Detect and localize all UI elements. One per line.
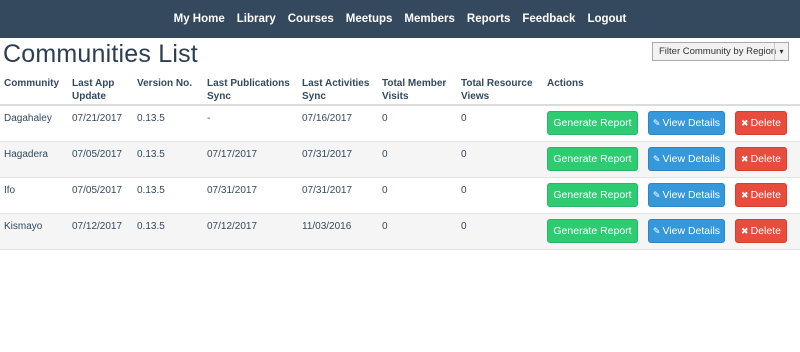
cell-version: 0.13.5 — [137, 185, 165, 196]
generate-report-label: Generate Report — [553, 153, 632, 165]
cell-last-app-update: 07/21/2017 — [72, 113, 123, 124]
communities-table: Community Last App Update Version No. La… — [0, 72, 800, 250]
close-icon: ✖ — [741, 117, 749, 128]
cell-last-app-update: 07/12/2017 — [72, 221, 123, 232]
table-row: Ifo 07/05/2017 0.13.5 07/31/2017 07/31/2017 0… — [0, 178, 800, 214]
cell-total-member-visits: 0 — [382, 185, 388, 196]
header-community: Community — [4, 78, 59, 89]
cell-last-publications-sync: - — [207, 113, 211, 124]
header-version: Version No. — [137, 78, 193, 89]
region-filter-select[interactable]: Filter Community by Region ▾ — [652, 42, 789, 61]
cell-last-app-update: 07/05/2017 — [72, 185, 123, 196]
delete-button[interactable]: ✖ Delete — [735, 147, 787, 171]
pencil-icon: ✎ — [652, 189, 661, 200]
delete-label: Delete — [750, 189, 781, 201]
cell-community: Kismayo — [4, 221, 43, 232]
pencil-icon: ✎ — [652, 153, 661, 164]
cell-last-activities-sync: 07/16/2017 — [302, 113, 353, 124]
view-details-button[interactable]: ✎ View Details — [648, 111, 725, 135]
cell-total-member-visits: 0 — [382, 221, 388, 232]
cell-total-resource-views: 0 — [461, 113, 467, 124]
view-details-label: View Details — [662, 153, 721, 165]
cell-version: 0.13.5 — [137, 113, 165, 124]
generate-report-button[interactable]: Generate Report — [547, 219, 638, 243]
cell-community: Ifo — [4, 185, 16, 196]
cell-last-publications-sync: 07/17/2017 — [207, 149, 258, 160]
top-navbar: My Home Library Courses Meetups Members Repor… — [0, 0, 800, 38]
view-details-label: View Details — [662, 225, 721, 237]
table-row: Kismayo 07/12/2017 0.13.5 07/12/2017 11/03/2… — [0, 214, 800, 250]
nav-meetups[interactable]: Meetups — [340, 13, 399, 25]
cell-last-activities-sync: 07/31/2017 — [302, 185, 353, 196]
cell-last-publications-sync: 07/31/2017 — [207, 185, 258, 196]
view-details-button[interactable]: ✎ View Details — [648, 219, 725, 243]
view-details-label: View Details — [662, 117, 721, 129]
delete-label: Delete — [750, 153, 781, 165]
cell-last-activities-sync: 07/31/2017 — [302, 149, 353, 160]
close-icon: ✖ — [741, 153, 749, 164]
view-details-button[interactable]: ✎ View Details — [648, 147, 725, 171]
cell-total-member-visits: 0 — [382, 149, 388, 160]
page-title: Communities List — [3, 40, 198, 68]
delete-label: Delete — [750, 117, 781, 129]
header-total-member-visits: Total Member Visits — [382, 78, 447, 102]
cell-last-app-update: 07/05/2017 — [72, 149, 123, 160]
table-row: Hagadera 07/05/2017 0.13.5 07/17/2017 07/31/… — [0, 142, 800, 178]
view-details-button[interactable]: ✎ View Details — [648, 183, 725, 207]
nav-members[interactable]: Members — [398, 13, 461, 25]
nav-courses[interactable]: Courses — [282, 13, 340, 25]
delete-button[interactable]: ✖ Delete — [735, 183, 787, 207]
delete-label: Delete — [750, 225, 781, 237]
header-last-activities-sync: Last Activities Sync — [302, 78, 370, 102]
generate-report-button[interactable]: Generate Report — [547, 183, 638, 207]
nav-menu: My Home Library Courses Meetups Members Repor… — [0, 0, 800, 38]
cell-total-resource-views: 0 — [461, 221, 467, 232]
chevron-down-icon: ▾ — [774, 43, 788, 60]
nav-logout[interactable]: Logout — [581, 13, 632, 25]
region-filter-label: Filter Community by Region — [659, 46, 777, 57]
cell-version: 0.13.5 — [137, 221, 165, 232]
table-body: Dagahaley 07/21/2017 0.13.5 - 07/16/2017 0 0 Ge… — [0, 106, 800, 250]
generate-report-button[interactable]: Generate Report — [547, 147, 638, 171]
cell-community: Hagadera — [4, 149, 48, 160]
cell-total-member-visits: 0 — [382, 113, 388, 124]
close-icon: ✖ — [741, 189, 749, 200]
cell-version: 0.13.5 — [137, 149, 165, 160]
header-last-app-update: Last App Update — [72, 78, 115, 102]
nav-my-home[interactable]: My Home — [168, 13, 231, 25]
header-last-publications-sync: Last Publications Sync — [207, 78, 290, 102]
close-icon: ✖ — [741, 225, 749, 236]
nav-reports[interactable]: Reports — [461, 13, 516, 25]
generate-report-label: Generate Report — [553, 189, 632, 201]
cell-last-activities-sync: 11/03/2016 — [302, 221, 352, 232]
delete-button[interactable]: ✖ Delete — [735, 111, 787, 135]
view-details-label: View Details — [662, 189, 721, 201]
nav-library[interactable]: Library — [231, 13, 282, 25]
header-total-resource-views: Total Resource Views — [461, 78, 533, 102]
generate-report-label: Generate Report — [553, 117, 632, 129]
pencil-icon: ✎ — [652, 117, 661, 128]
pencil-icon: ✎ — [652, 225, 661, 236]
generate-report-button[interactable]: Generate Report — [547, 111, 638, 135]
generate-report-label: Generate Report — [553, 225, 632, 237]
header-actions: Actions — [547, 78, 584, 89]
delete-button[interactable]: ✖ Delete — [735, 219, 787, 243]
table-header: Community Last App Update Version No. La… — [0, 72, 800, 106]
cell-total-resource-views: 0 — [461, 149, 467, 160]
table-row: Dagahaley 07/21/2017 0.13.5 - 07/16/2017 0 0 Ge… — [0, 106, 800, 142]
cell-total-resource-views: 0 — [461, 185, 467, 196]
cell-last-publications-sync: 07/12/2017 — [207, 221, 258, 232]
nav-feedback[interactable]: Feedback — [516, 13, 581, 25]
cell-community: Dagahaley — [4, 113, 52, 124]
